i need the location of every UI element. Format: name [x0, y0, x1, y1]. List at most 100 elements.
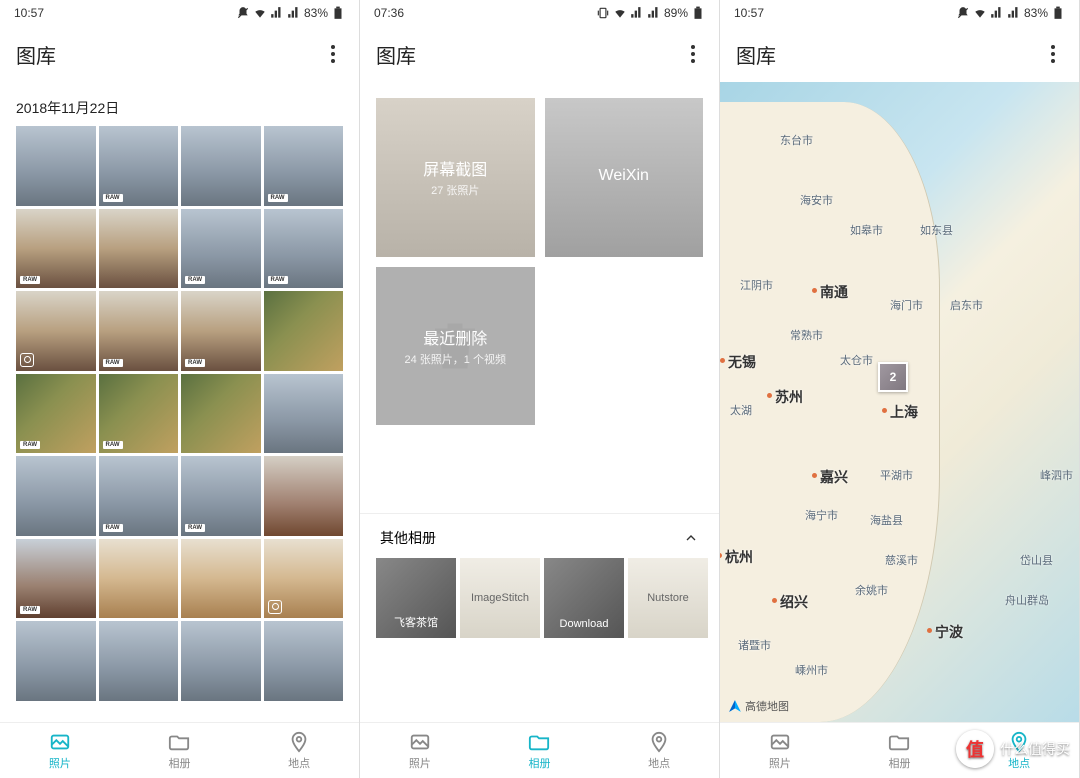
- app-header: 图库: [0, 26, 359, 82]
- map-city-label: 常熟市: [790, 327, 823, 343]
- map-city-label: 海盐县: [870, 512, 903, 528]
- vibrate-icon: [596, 6, 610, 20]
- photo-thumb[interactable]: [181, 539, 261, 619]
- raw-badge: RAW: [20, 606, 40, 614]
- nav-places[interactable]: 地点: [648, 731, 670, 771]
- status-time: 10:57: [734, 6, 764, 20]
- nav-albums[interactable]: 相册: [168, 731, 190, 771]
- photos-icon: [49, 731, 71, 753]
- other-albums-row[interactable]: 飞客茶馆 ImageStitch Download Nutstore: [360, 558, 719, 650]
- nav-albums[interactable]: 相册: [528, 731, 550, 771]
- watermark: 值 什么值得买: [956, 730, 1070, 768]
- album-recently-deleted[interactable]: 最近删除 24 张照片，1 个视频: [376, 267, 535, 426]
- nav-albums[interactable]: 相册: [888, 731, 910, 771]
- map-city-label: 海安市: [800, 192, 833, 208]
- album-title: 屏幕截图: [423, 156, 487, 180]
- photo-thumb[interactable]: RAW: [264, 126, 344, 206]
- face-badge-icon: [268, 600, 282, 614]
- photo-thumb[interactable]: RAW: [181, 456, 261, 536]
- photo-thumb[interactable]: RAW: [181, 291, 261, 371]
- map-city-label: 无锡: [728, 352, 756, 372]
- photo-thumb[interactable]: [16, 126, 96, 206]
- photo-thumb[interactable]: [181, 126, 261, 206]
- photos-icon: [769, 731, 791, 753]
- more-menu-icon[interactable]: [323, 44, 343, 64]
- map-city-label: 东台市: [780, 132, 813, 148]
- amap-logo: 高德地图: [728, 698, 789, 714]
- other-album-item[interactable]: Nutstore: [628, 558, 708, 638]
- photo-thumb[interactable]: [264, 456, 344, 536]
- signal-icon-2: [1007, 6, 1021, 20]
- map-city-label: 海宁市: [805, 507, 838, 523]
- raw-badge: RAW: [103, 524, 123, 532]
- signal-icon-2: [647, 6, 661, 20]
- photo-thumb[interactable]: [264, 374, 344, 454]
- photo-thumb[interactable]: RAW: [264, 209, 344, 289]
- album-weixin[interactable]: WeiXin: [545, 98, 704, 257]
- album-title: 最近删除: [423, 325, 487, 349]
- photo-thumb[interactable]: [16, 621, 96, 701]
- photo-thumb[interactable]: [181, 621, 261, 701]
- battery-icon: [691, 6, 705, 20]
- status-icons: 89%: [596, 6, 705, 20]
- map-city-dot: [882, 408, 887, 413]
- page-title: 图库: [16, 40, 56, 69]
- status-icons: 83%: [236, 6, 345, 20]
- map-city-label: 宁波: [935, 622, 963, 642]
- watermark-icon: 值: [956, 730, 994, 768]
- raw-badge: RAW: [185, 524, 205, 532]
- photo-thumb[interactable]: RAW: [181, 209, 261, 289]
- map-photo-pin[interactable]: 2: [878, 362, 908, 392]
- more-menu-icon[interactable]: [1043, 44, 1063, 64]
- photo-thumb[interactable]: [99, 539, 179, 619]
- silent-icon: [956, 6, 970, 20]
- map-city-label: 舟山群岛: [1005, 592, 1049, 608]
- status-icons: 83%: [956, 6, 1065, 20]
- photo-thumb[interactable]: RAW: [99, 456, 179, 536]
- photo-thumb[interactable]: RAW: [99, 126, 179, 206]
- status-bar: 07:36 89%: [360, 0, 719, 26]
- album-screenshots[interactable]: 屏幕截图 27 张照片: [376, 98, 535, 257]
- photo-thumb[interactable]: [264, 621, 344, 701]
- photo-scroll[interactable]: 2018年11月22日 RAW RAW RAW RAW RAW RAW RAW …: [0, 82, 359, 722]
- photo-thumb[interactable]: [16, 456, 96, 536]
- photo-thumb[interactable]: RAW: [99, 374, 179, 454]
- raw-badge: RAW: [185, 359, 205, 367]
- map-city-label: 嵊州市: [795, 662, 828, 678]
- raw-badge: RAW: [103, 194, 123, 202]
- other-album-item[interactable]: Download: [544, 558, 624, 638]
- map-city-label: 苏州: [775, 387, 803, 407]
- raw-badge: RAW: [20, 276, 40, 284]
- map-view[interactable]: 2 高德地图 东台市海安市如皋市如东县江阴市南通海门市启东市常熟市无锡太仓市太湖…: [720, 82, 1079, 722]
- photo-thumb[interactable]: [99, 209, 179, 289]
- nav-photos[interactable]: 照片: [409, 731, 431, 771]
- status-bar: 10:57 83%: [720, 0, 1079, 26]
- other-albums-header[interactable]: 其他相册: [360, 514, 719, 558]
- photo-thumb[interactable]: [16, 291, 96, 371]
- nav-photos[interactable]: 照片: [769, 731, 791, 771]
- photo-thumb[interactable]: RAW: [16, 374, 96, 454]
- other-album-item[interactable]: ImageStitch: [460, 558, 540, 638]
- map-city-dot: [812, 473, 817, 478]
- bottom-nav: 照片 相册 地点: [0, 722, 359, 778]
- signal-icon: [630, 6, 644, 20]
- map-city-label: 诸暨市: [738, 637, 771, 653]
- nav-photos[interactable]: 照片: [49, 731, 71, 771]
- map-city-label: 上海: [890, 402, 918, 422]
- places-icon: [648, 731, 670, 753]
- more-menu-icon[interactable]: [683, 44, 703, 64]
- photo-thumb[interactable]: RAW: [16, 209, 96, 289]
- pin-count: 2: [890, 370, 897, 384]
- map-city-label: 慈溪市: [885, 552, 918, 568]
- photo-thumb[interactable]: [264, 291, 344, 371]
- nav-places[interactable]: 地点: [288, 731, 310, 771]
- raw-badge: RAW: [103, 441, 123, 449]
- chevron-up-icon: [683, 530, 699, 546]
- photo-thumb[interactable]: RAW: [99, 291, 179, 371]
- battery-percent: 89%: [664, 6, 688, 20]
- photo-thumb[interactable]: [99, 621, 179, 701]
- other-album-item[interactable]: 飞客茶馆: [376, 558, 456, 638]
- photo-thumb[interactable]: [264, 539, 344, 619]
- photo-thumb[interactable]: [181, 374, 261, 454]
- photo-thumb[interactable]: RAW: [16, 539, 96, 619]
